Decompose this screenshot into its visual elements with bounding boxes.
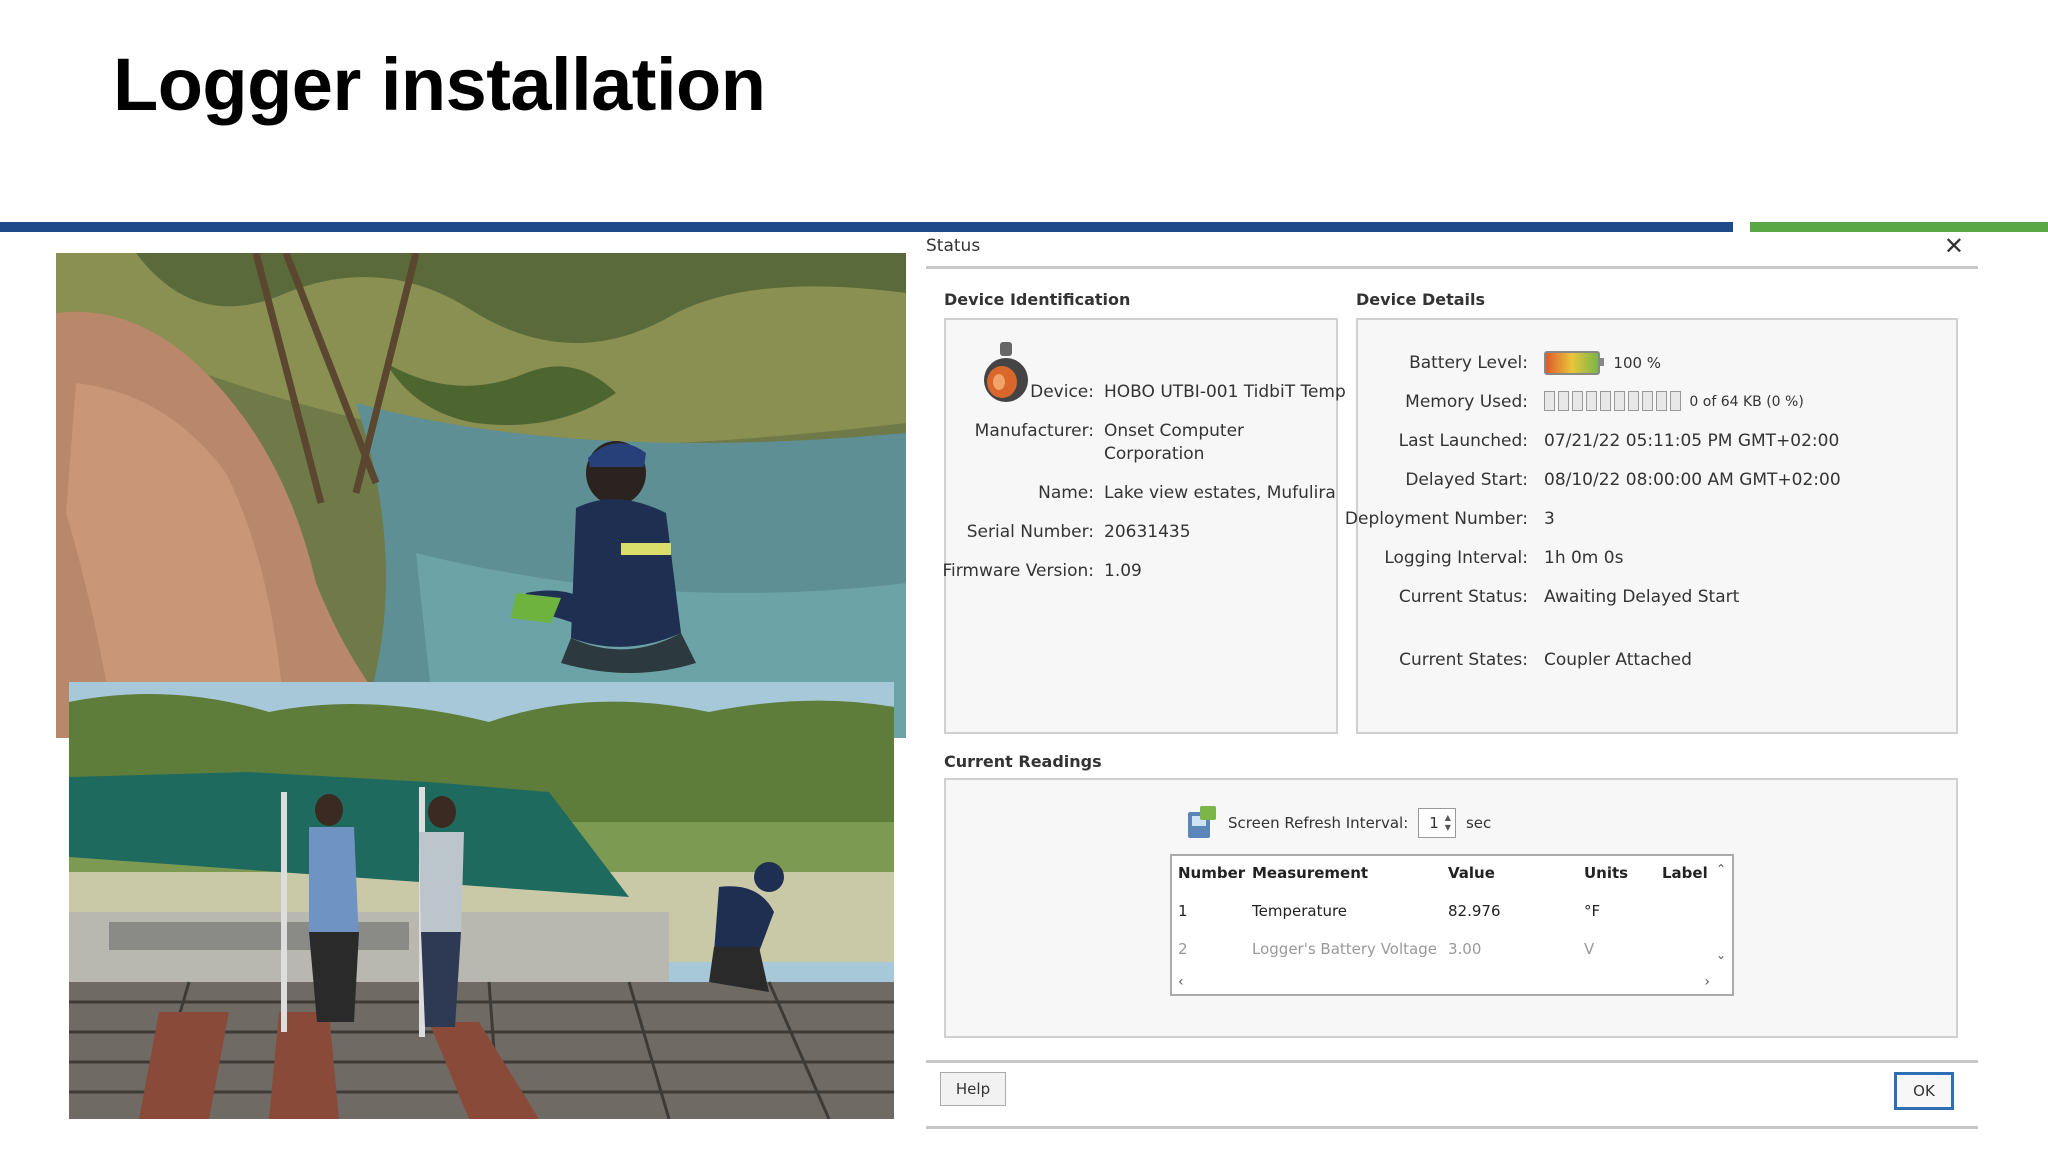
device-value: HOBO UTBI-001 TidbiT Temp [1104, 382, 1346, 402]
device-identification-group: Device: HOBO UTBI-001 TidbiT Temp Manufa… [942, 318, 1346, 734]
chevron-right-icon[interactable]: › [1704, 974, 1710, 990]
status-dialog: Status ✕ Device Identification Device: H… [926, 232, 1978, 1130]
refresh-interval-unit: sec [1465, 814, 1492, 832]
bottom-border [926, 1126, 1978, 1129]
title-divider [926, 266, 1978, 269]
refresh-interval-label: Screen Refresh Interval: [1228, 814, 1409, 832]
device-key: Device: [1030, 382, 1094, 402]
river-installation-photo [56, 253, 906, 738]
readings-table: Number Measurement Value Units Label 1 T… [1170, 854, 1734, 996]
stepper-arrows-icon[interactable]: ▲ ▼ [1445, 813, 1451, 833]
name-key: Name: [1038, 483, 1094, 503]
current-status-key: Current Status: [1398, 587, 1528, 607]
chevron-up-icon[interactable]: ⌃ [1716, 862, 1728, 876]
delayed-start-value: 08/10/22 08:00:00 AM GMT+02:00 [1544, 470, 1841, 490]
row-units: °F [1584, 902, 1601, 920]
refresh-device-icon [1188, 806, 1216, 838]
logger-device-icon [984, 342, 1028, 402]
battery-icon [1544, 351, 1604, 375]
horizontal-scrollbar[interactable]: ‹ › [1178, 974, 1710, 990]
manufacturer-key: Manufacturer: [974, 421, 1094, 441]
device-details-label: Device Details [1356, 290, 1486, 309]
column-header-value[interactable]: Value [1448, 864, 1495, 882]
dialog-title: Status [926, 236, 981, 256]
serial-number-value: 20631435 [1104, 522, 1191, 542]
footer-divider [926, 1060, 1978, 1063]
manufacturer-value: Onset Computer [1104, 421, 1245, 441]
device-details-group: Battery Level: 100 % Memory Used: 0 of 6… [1345, 318, 1958, 734]
battery-level-value: 100 % [1613, 354, 1662, 372]
serial-number-key: Serial Number: [966, 522, 1094, 542]
current-status-value: Awaiting Delayed Start [1544, 587, 1740, 607]
row-number: 2 [1178, 940, 1188, 958]
device-identification-label: Device Identification [944, 290, 1131, 309]
table-header: Number Measurement Value Units Label [1172, 856, 1712, 890]
last-launched-value: 07/21/22 05:11:05 PM GMT+02:00 [1544, 431, 1840, 451]
chevron-left-icon[interactable]: ‹ [1178, 974, 1184, 990]
name-value: Lake view estates, Mufulira [1104, 483, 1336, 503]
row-measurement: Temperature [1252, 902, 1348, 920]
current-readings-label: Current Readings [944, 752, 1102, 771]
logging-interval-key: Logging Interval: [1384, 548, 1528, 568]
current-states-value: Coupler Attached [1544, 650, 1692, 670]
refresh-interval-stepper[interactable]: 1 ▲ ▼ [1418, 808, 1456, 838]
row-measurement: Logger's Battery Voltage [1252, 940, 1437, 958]
close-icon[interactable]: ✕ [1944, 232, 1964, 260]
column-header-units[interactable]: Units [1584, 864, 1628, 882]
firmware-version-key: Firmware Version: [942, 561, 1094, 581]
logging-interval-value: 1h 0m 0s [1544, 548, 1624, 568]
refresh-interval-row: Screen Refresh Interval: 1 ▲ ▼ sec [1186, 806, 1491, 840]
memory-used-key: Memory Used: [1405, 392, 1528, 412]
ok-button[interactable]: OK [1894, 1072, 1954, 1110]
slide-title: Logger installation [113, 43, 766, 126]
deployment-number-value: 3 [1544, 509, 1555, 529]
row-value: 82.976 [1448, 902, 1501, 920]
manufacturer-value-line2: Corporation [1104, 444, 1205, 464]
deployment-number-key: Deployment Number: [1344, 509, 1528, 529]
table-row[interactable]: 1 Temperature 82.976 °F [1172, 894, 1712, 928]
chevron-down-icon[interactable]: ⌄ [1716, 948, 1728, 962]
row-units: V [1584, 940, 1595, 958]
delayed-start-key: Delayed Start: [1405, 470, 1528, 490]
vertical-scrollbar[interactable]: ⌃ ⌄ [1716, 862, 1728, 962]
memory-meter [1544, 391, 1684, 411]
table-row[interactable]: 2 Logger's Battery Voltage 3.00 V [1172, 932, 1712, 966]
memory-used-value: 0 of 64 KB (0 %) [1689, 394, 1804, 410]
row-value: 3.00 [1448, 940, 1482, 958]
header-divider-green [1750, 222, 2048, 232]
last-launched-key: Last Launched: [1398, 431, 1528, 451]
current-states-key: Current States: [1399, 650, 1528, 670]
column-header-measurement[interactable]: Measurement [1252, 864, 1368, 882]
refresh-interval-value: 1 [1429, 814, 1439, 832]
current-readings-group: Screen Refresh Interval: 1 ▲ ▼ sec Number… [944, 778, 1958, 1038]
help-button[interactable]: Help [940, 1072, 1006, 1106]
header-divider-blue [0, 222, 1733, 232]
firmware-version-value: 1.09 [1104, 561, 1142, 581]
boat-cage-photo [69, 682, 894, 1119]
row-number: 1 [1178, 902, 1188, 920]
column-header-label[interactable]: Label [1662, 864, 1708, 882]
column-header-number[interactable]: Number [1178, 864, 1245, 882]
battery-level-key: Battery Level: [1409, 353, 1528, 373]
